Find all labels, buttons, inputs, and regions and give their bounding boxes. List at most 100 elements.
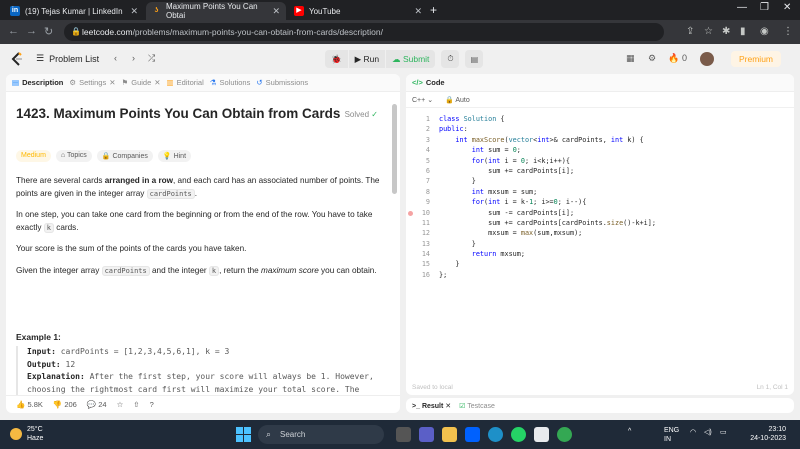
extensions-icon[interactable]: ✱ — [722, 26, 730, 37]
code-line[interactable]: 13 } — [406, 239, 794, 249]
tab-result[interactable]: >_ Result ✕ — [412, 402, 451, 410]
restore-icon[interactable]: ❐ — [760, 2, 769, 13]
flask-icon: ⚗ — [209, 78, 217, 87]
weather-widget[interactable]: 25°C Haze — [10, 425, 43, 443]
comments-button[interactable]: 💬 24 — [87, 400, 107, 409]
avatar[interactable] — [700, 52, 714, 66]
system-clock[interactable]: 23:10 24-10-2023 — [738, 425, 786, 443]
code-editor[interactable]: 1 class Solution {2 public: 3 int maxScore(… — [406, 114, 794, 280]
code-line[interactable]: 4 int sum = 0; — [406, 145, 794, 155]
premium-button[interactable]: Premium — [731, 51, 782, 67]
code-line[interactable]: 5 for(int i = 0; i<k;i++){ — [406, 156, 794, 166]
code-line[interactable]: 16}; — [406, 270, 794, 280]
line-number: 16 — [421, 270, 430, 279]
shuffle-icon[interactable]: ⤮ — [148, 53, 155, 64]
profile-icon[interactable]: ◉ — [760, 26, 769, 37]
list-icon: ☰ — [36, 53, 45, 63]
tab-testcase[interactable]: ☑ Testcase — [459, 402, 495, 410]
code-line[interactable]: 10 sum -= cardPoints[i]; — [406, 208, 794, 218]
code-line[interactable]: 11 sum += cardPoints[cardPoints.size()-k… — [406, 218, 794, 228]
task-view-icon[interactable] — [396, 427, 411, 442]
new-tab-button[interactable]: + — [430, 3, 437, 17]
next-problem-icon[interactable]: › — [132, 53, 135, 63]
minimize-icon[interactable]: — — [737, 2, 747, 13]
notes-icon[interactable]: ▤ — [465, 50, 484, 68]
tab-solutions[interactable]: ⚗ Solutions — [210, 78, 251, 87]
close-icon[interactable]: ✕ — [109, 78, 115, 87]
streak-icon[interactable]: 🔥 — [668, 53, 679, 64]
run-button[interactable]: ▶ Run — [348, 50, 386, 68]
tab-settings[interactable]: ⚙ Settings ✕ — [69, 78, 115, 87]
timer-icon[interactable]: ⏱ — [441, 50, 460, 68]
address-bar: ← → ↻ 🔒 leetcode.com/problems/maximum-po… — [0, 20, 800, 44]
forward-icon[interactable]: → — [26, 25, 37, 37]
language-indicator[interactable]: ENG IN — [664, 426, 679, 444]
teams-icon[interactable] — [419, 427, 434, 442]
dislike-button[interactable]: 👎 206 — [53, 400, 77, 409]
close-icon[interactable]: ✕ — [272, 6, 280, 17]
chrome-icon[interactable] — [557, 427, 572, 442]
code-line[interactable]: 6 sum += cardPoints[i]; — [406, 166, 794, 176]
tab-code[interactable]: </> Code — [412, 78, 445, 87]
url-field[interactable]: 🔒 leetcode.com/problems/maximum-points-y… — [64, 23, 664, 41]
store-icon[interactable] — [534, 427, 549, 442]
tab-guide[interactable]: ⚑ Guide ✕ — [122, 78, 161, 87]
code-line[interactable]: 2 public: — [406, 124, 794, 134]
edge-icon[interactable] — [488, 427, 503, 442]
submit-button[interactable]: ☁ Submit — [386, 50, 436, 68]
menu-icon[interactable]: ⋮ — [783, 26, 793, 37]
code-line[interactable]: 8 int mxsum = sum; — [406, 187, 794, 197]
close-icon[interactable]: ✕ — [130, 6, 138, 17]
sidebar-icon[interactable]: ▮ — [740, 26, 746, 37]
prev-problem-icon[interactable]: ‹ — [114, 53, 117, 63]
debug-button[interactable]: 🐞 — [325, 50, 348, 68]
favorite-star-icon[interactable]: ☆ — [117, 400, 124, 409]
code-line[interactable]: 15 } — [406, 259, 794, 269]
tab-editorial[interactable]: ▥ Editorial — [167, 78, 204, 87]
leetcode-logo-icon[interactable] — [10, 52, 24, 66]
breakpoint-icon[interactable] — [408, 210, 413, 216]
dropbox-icon[interactable] — [465, 427, 480, 442]
tab-leetcode[interactable]: ʖ Maximum Points You Can Obtai ✕ — [146, 2, 286, 20]
reload-icon[interactable]: ↻ — [44, 25, 53, 38]
file-explorer-icon[interactable] — [442, 427, 457, 442]
help-icon[interactable]: ? — [150, 400, 154, 409]
battery-icon[interactable]: ▭ — [720, 428, 727, 436]
code-line[interactable]: 9 for(int i = k-1; i>=0; i--){ — [406, 197, 794, 207]
code-line[interactable]: 7 } — [406, 176, 794, 186]
wifi-icon[interactable]: ◠ — [690, 428, 696, 436]
volume-icon[interactable]: ◁) — [704, 428, 712, 436]
topics-tag[interactable]: ⌂ Topics — [55, 150, 92, 162]
code-line[interactable]: 12 mxsum = max(sum,mxsum); — [406, 228, 794, 238]
close-icon[interactable]: ✕ — [154, 78, 160, 87]
auto-mode[interactable]: 🔒 Auto — [445, 96, 470, 104]
tab-linkedin[interactable]: in (19) Tejas Kumar | LinkedIn ✕ — [4, 2, 144, 20]
whatsapp-icon[interactable] — [511, 427, 526, 442]
back-icon[interactable]: ← — [8, 25, 19, 37]
layout-icon[interactable]: ▦ — [626, 53, 635, 64]
code-line[interactable]: 14 return mxsum; — [406, 249, 794, 259]
code-line[interactable]: 1 class Solution { — [406, 114, 794, 124]
chevron-up-icon[interactable]: ^ — [628, 428, 631, 435]
close-icon[interactable]: ✕ — [445, 403, 451, 410]
code-line[interactable]: 3 int maxScore(vector<int>& cardPoints, … — [406, 135, 794, 145]
taskbar-search[interactable]: ⌕ Search — [258, 425, 384, 444]
share-icon[interactable]: ⇧ — [133, 400, 139, 409]
url-path: /problems/maximum-points-you-can-obtain-… — [132, 27, 383, 37]
close-icon[interactable]: ✕ — [414, 6, 422, 17]
like-button[interactable]: 👍 5.8K — [16, 400, 43, 409]
bookmark-star-icon[interactable]: ☆ — [704, 26, 713, 37]
settings-icon[interactable]: ⚙ — [648, 53, 656, 64]
problem-list-button[interactable]: ☰ Problem List — [36, 53, 99, 64]
language-select[interactable]: C++ ⌄ — [412, 96, 433, 104]
close-window-icon[interactable]: ✕ — [783, 2, 791, 13]
companies-tag[interactable]: 🔒 Companies — [96, 150, 153, 162]
gear-icon: ⚙ — [69, 78, 77, 87]
hint-tag[interactable]: 💡 Hint — [157, 150, 192, 162]
tab-submissions[interactable]: ↺ Submissions — [256, 78, 308, 87]
tab-youtube[interactable]: ▶ YouTube ✕ — [288, 2, 428, 20]
share-icon[interactable]: ⇪ — [686, 26, 694, 37]
start-icon[interactable] — [236, 427, 251, 442]
tab-description[interactable]: ▤ Description — [12, 78, 63, 87]
scrollbar[interactable] — [392, 104, 397, 194]
